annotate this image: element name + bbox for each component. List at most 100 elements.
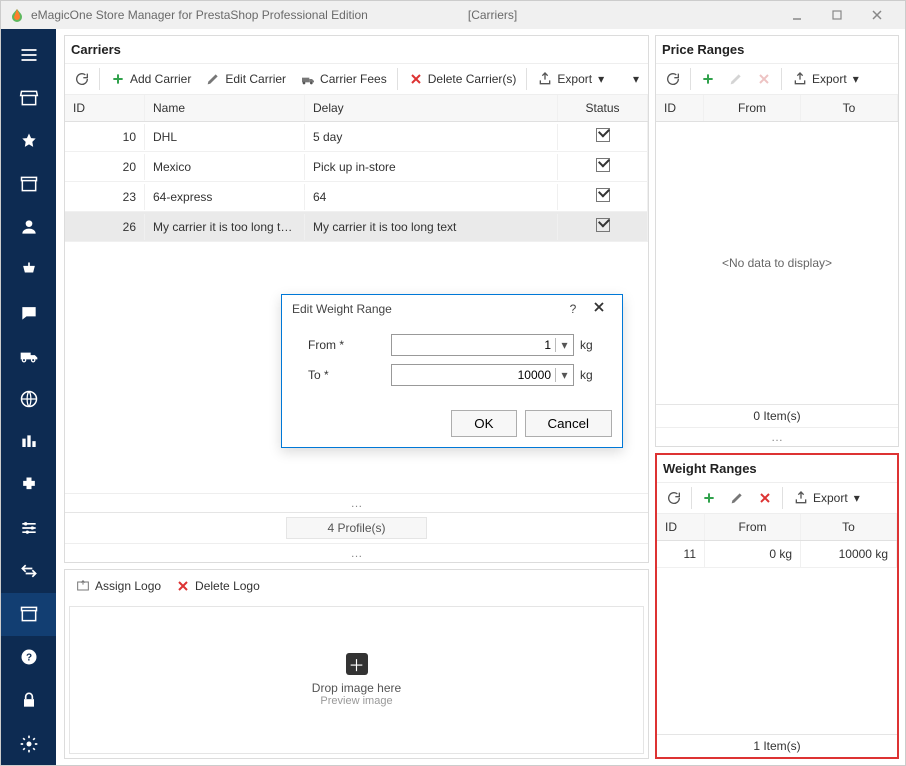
logo-toolbar: Assign Logo Delete Logo: [65, 570, 648, 602]
price-col-from[interactable]: From: [704, 95, 801, 121]
sidebar-sync[interactable]: [1, 550, 56, 593]
table-row[interactable]: 26My carrier it is too long textMy carri…: [65, 212, 648, 242]
price-ranges-toolbar: Export▾: [656, 63, 898, 95]
to-spin-button[interactable]: ▾: [555, 368, 573, 382]
col-id[interactable]: ID: [65, 95, 145, 121]
title-bar: eMagicOne Store Manager for PrestaShop P…: [1, 1, 905, 29]
delete-carrier-button[interactable]: Delete Carrier(s): [402, 67, 523, 91]
sidebar: ?: [1, 29, 56, 765]
sidebar-chart[interactable]: [1, 421, 56, 464]
window-title-suffix: [Carriers]: [468, 8, 517, 22]
table-row[interactable]: 110 kg10000 kg: [657, 541, 897, 568]
cancel-button[interactable]: Cancel: [525, 410, 613, 437]
weight-count: 1 Item(s): [657, 734, 897, 757]
status-checkbox[interactable]: [596, 218, 610, 232]
weight-export-label: Export: [813, 491, 848, 505]
sidebar-store[interactable]: [1, 76, 56, 119]
delete-carrier-label: Delete Carrier(s): [428, 72, 517, 86]
sidebar-star[interactable]: [1, 119, 56, 162]
price-delete-button[interactable]: [751, 67, 777, 91]
weight-edit-button[interactable]: [724, 486, 750, 510]
assign-logo-button[interactable]: Assign Logo: [69, 574, 167, 598]
weight-col-to[interactable]: To: [801, 514, 897, 540]
price-ellipsis: …: [656, 427, 898, 446]
cell-status[interactable]: [558, 152, 648, 181]
status-checkbox[interactable]: [596, 188, 610, 202]
sidebar-cart[interactable]: [1, 248, 56, 291]
from-input[interactable]: ▾: [391, 334, 574, 356]
weight-ranges-panel: Weight Ranges Export▾ ID From To: [655, 453, 899, 759]
cell-id: 20: [65, 154, 145, 180]
sidebar-globe[interactable]: [1, 378, 56, 421]
from-spin-button[interactable]: ▾: [555, 338, 573, 352]
price-col-id[interactable]: ID: [656, 95, 704, 121]
sidebar-truck[interactable]: [1, 334, 56, 377]
price-nodata: <No data to display>: [656, 122, 898, 404]
modal-close-button[interactable]: [586, 301, 612, 316]
cell-status[interactable]: [558, 212, 648, 241]
sidebar-user[interactable]: [1, 205, 56, 248]
carriers-more-button[interactable]: ▾: [628, 68, 644, 90]
weight-refresh-button[interactable]: [661, 486, 687, 510]
sidebar-archive[interactable]: [1, 162, 56, 205]
cell-name: My carrier it is too long text: [145, 214, 305, 240]
modal-help-button[interactable]: ?: [560, 302, 586, 316]
table-row[interactable]: 10DHL5 day: [65, 122, 648, 152]
weight-add-button[interactable]: [696, 486, 722, 510]
carriers-export-button[interactable]: Export ▾: [531, 67, 610, 91]
col-delay[interactable]: Delay: [305, 95, 558, 121]
dropzone-subtitle: Preview image: [320, 695, 392, 707]
status-checkbox[interactable]: [596, 158, 610, 172]
price-export-button[interactable]: Export▾: [786, 67, 865, 91]
sidebar-archive2[interactable]: [1, 593, 56, 636]
table-row[interactable]: 20MexicoPick up in-store: [65, 152, 648, 182]
to-input-field[interactable]: [392, 368, 555, 382]
cell-name: 64-express: [145, 184, 305, 210]
window-minimize-button[interactable]: [777, 1, 817, 29]
svg-text:?: ?: [25, 653, 31, 664]
carriers-footer: 4 Profile(s): [65, 512, 648, 543]
price-ranges-panel: Price Ranges Export▾ ID From To: [655, 35, 899, 447]
window-close-button[interactable]: [857, 1, 897, 29]
logo-dropzone[interactable]: ＋ Drop image here Preview image: [69, 606, 644, 754]
sidebar-help[interactable]: ?: [1, 636, 56, 679]
to-label: To *: [308, 368, 391, 382]
from-input-field[interactable]: [392, 338, 555, 352]
weight-delete-button[interactable]: [752, 486, 778, 510]
delete-logo-label: Delete Logo: [195, 579, 260, 593]
table-row[interactable]: 2364-express64: [65, 182, 648, 212]
col-name[interactable]: Name: [145, 95, 305, 121]
weight-export-button[interactable]: Export ▾: [787, 486, 866, 510]
carriers-toolbar: Add Carrier Edit Carrier Carrier Fees De…: [65, 63, 648, 95]
ok-button[interactable]: OK: [451, 410, 516, 437]
delete-logo-button[interactable]: Delete Logo: [169, 574, 266, 598]
price-add-button[interactable]: [695, 67, 721, 91]
cell-status[interactable]: [558, 122, 648, 151]
sidebar-lock[interactable]: [1, 679, 56, 722]
add-carrier-button[interactable]: Add Carrier: [104, 67, 197, 91]
carriers-export-label: Export: [557, 72, 592, 86]
edit-carrier-button[interactable]: Edit Carrier: [199, 67, 292, 91]
sidebar-menu[interactable]: [1, 33, 56, 76]
status-checkbox[interactable]: [596, 128, 610, 142]
modal-title: Edit Weight Range: [292, 302, 560, 316]
sidebar-settings[interactable]: [1, 722, 56, 765]
weight-col-id[interactable]: ID: [657, 514, 705, 540]
sidebar-chat[interactable]: [1, 291, 56, 334]
sidebar-plugin[interactable]: [1, 464, 56, 507]
cell-status[interactable]: [558, 182, 648, 211]
ellipsis-row: …: [65, 493, 648, 512]
chevron-down-icon: ▾: [854, 491, 860, 505]
to-input[interactable]: ▾: [391, 364, 574, 386]
price-edit-button[interactable]: [723, 67, 749, 91]
window-maximize-button[interactable]: [817, 1, 857, 29]
carrier-fees-label: Carrier Fees: [320, 72, 387, 86]
carriers-refresh-button[interactable]: [69, 67, 95, 91]
cell-id: 23: [65, 184, 145, 210]
carrier-fees-button[interactable]: Carrier Fees: [294, 67, 393, 91]
weight-col-from[interactable]: From: [705, 514, 801, 540]
price-refresh-button[interactable]: [660, 67, 686, 91]
price-col-to[interactable]: To: [801, 95, 898, 121]
col-status[interactable]: Status: [558, 95, 648, 121]
sidebar-sliders[interactable]: [1, 507, 56, 550]
